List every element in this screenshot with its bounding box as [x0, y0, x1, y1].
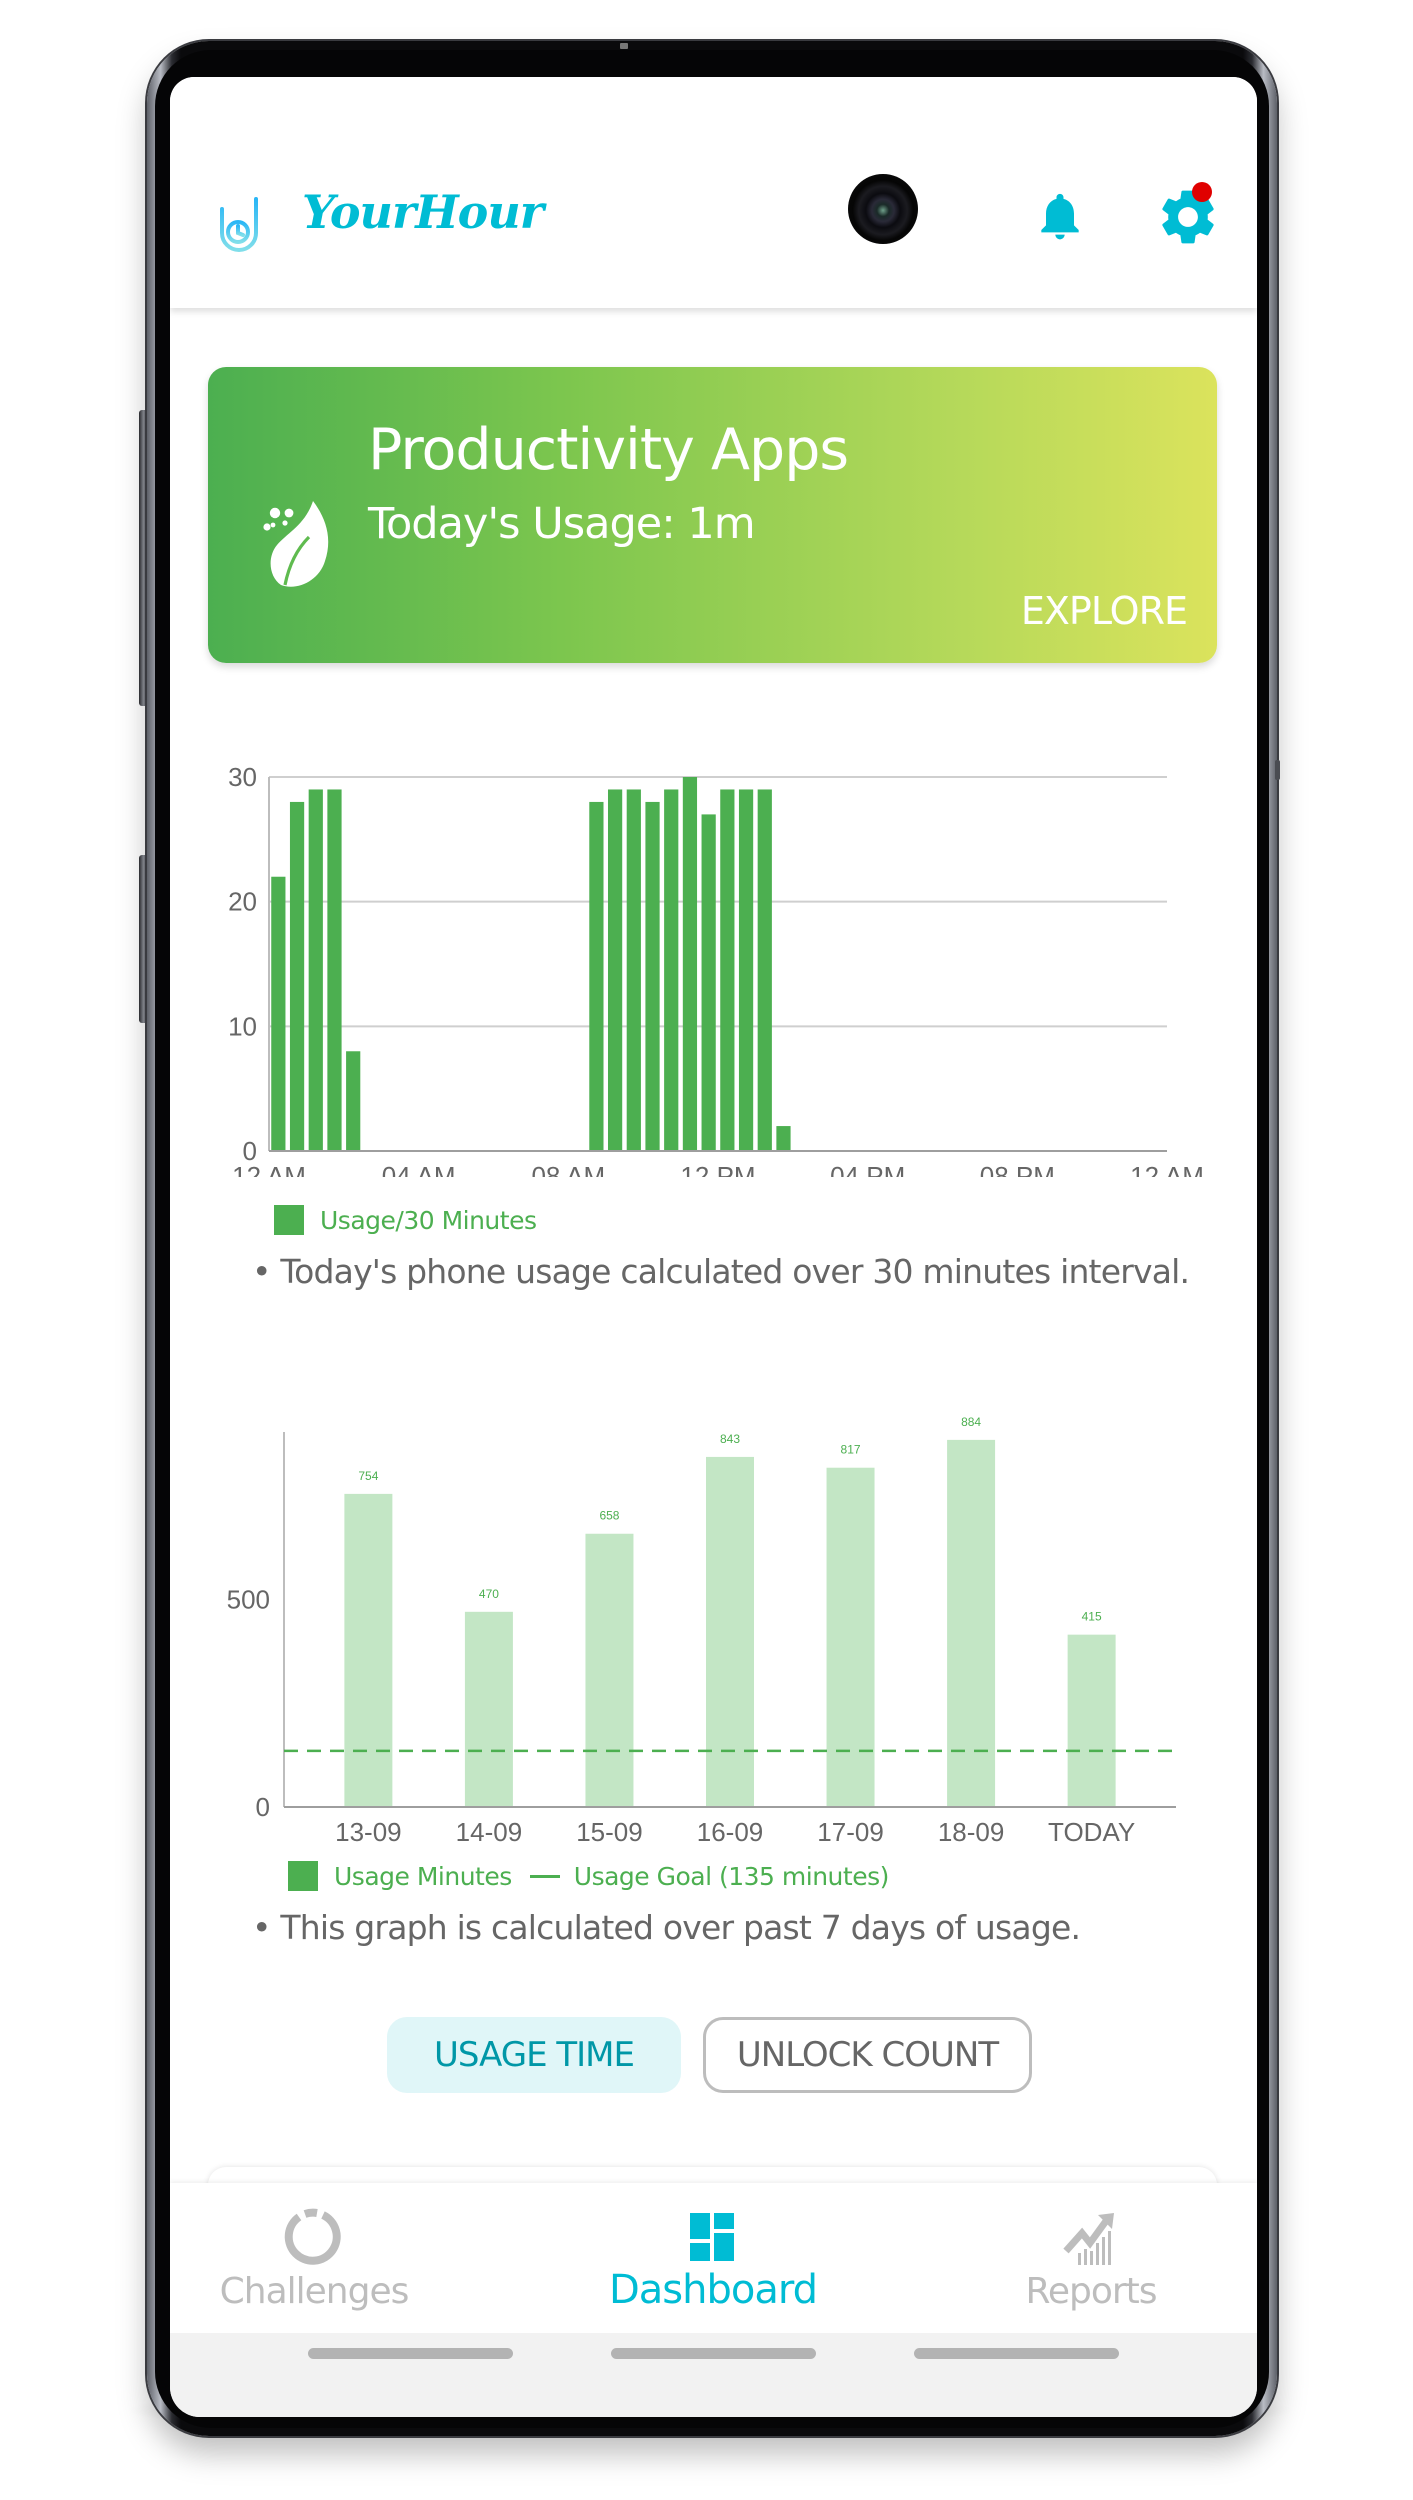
bottom-navigation: Challenges Dashboard Reports [170, 2183, 1257, 2333]
dashboard-icon [690, 2213, 734, 2261]
x-tick-label: 12 PM [680, 1161, 755, 1177]
x-tick-label: 15-09 [576, 1817, 643, 1847]
card-title: Productivity Apps [368, 417, 849, 483]
system-recent-button[interactable] [308, 2348, 513, 2359]
nav-item-reports[interactable]: Reports [941, 2183, 1241, 2333]
x-tick-label: 08 PM [980, 1161, 1055, 1177]
usage-bar [308, 789, 323, 1151]
legend-line-goal [529, 1874, 560, 1878]
productivity-apps-card[interactable]: Productivity Apps Today's Usage: 1m EXPL… [208, 367, 1217, 663]
usage-bar [664, 789, 679, 1151]
weekly-usage-chart: 0 500 754 13-09 470 14-09 658 15-09 843 16-09 817 1… [170, 1407, 1257, 1847]
legend-swatch-usage-minutes [288, 1861, 318, 1891]
x-tick-label: 14-09 [456, 1817, 523, 1847]
usage-bar [626, 789, 641, 1151]
bar-value-label: 817 [841, 1443, 861, 1457]
legend-label-usage-minutes: Usage Minutes [334, 1861, 512, 1891]
usage-bar [271, 876, 286, 1151]
bar-value-label: 843 [720, 1432, 740, 1446]
notification-dot [1192, 182, 1212, 202]
phone-side-detail [1275, 760, 1280, 780]
usage-bar [720, 789, 735, 1151]
nav-item-dashboard[interactable]: Dashboard [563, 2183, 863, 2333]
y-tick-label: 20 [228, 887, 257, 917]
usage-bar [289, 801, 305, 1151]
usage-bar [607, 789, 623, 1151]
weekly-usage-chart-svg: 0 500 754 13-09 470 14-09 658 15-09 843 16-09 817 1… [227, 1415, 1176, 1847]
y-tick-label: 0 [256, 1792, 270, 1822]
system-home-button[interactable] [611, 2348, 816, 2359]
usage-minutes-bar [826, 1467, 875, 1807]
front-camera [848, 174, 918, 244]
phone-top-slit [620, 43, 628, 49]
x-tick-label: 17-09 [817, 1817, 884, 1847]
x-tick-label: 08 AM [531, 1161, 605, 1177]
bar-value-label: 658 [599, 1509, 619, 1523]
hand-clock-icon [220, 177, 258, 252]
bar-value-label: 884 [961, 1415, 981, 1429]
legend-label-usage-goal: Usage Goal (135 minutes) [573, 1861, 890, 1891]
chart2-legend: Usage Minutes Usage Goal (135 minutes) [288, 1861, 889, 1891]
nav-label-challenges: Challenges [219, 2271, 410, 2312]
usage-minutes-bar [1067, 1634, 1116, 1807]
x-tick-label: TODAY [1048, 1817, 1135, 1847]
phone-screen: YourHour Productivity Apps Today's Usage… [170, 77, 1257, 2417]
chart2-note: • This graph is calculated over past 7 d… [252, 1908, 1081, 1947]
x-tick-label: 16-09 [697, 1817, 764, 1847]
usage-bar [682, 777, 698, 1151]
usage-bar [776, 1126, 791, 1151]
chart1-note: • Today's phone usage calculated over 30… [252, 1252, 1190, 1291]
x-tick-label: 04 AM [382, 1161, 456, 1177]
y-tick-label: 500 [227, 1584, 270, 1614]
system-back-button[interactable] [914, 2348, 1119, 2359]
usage-bar [757, 789, 772, 1151]
explore-button[interactable]: EXPLORE [1021, 589, 1188, 633]
usage-bar [645, 801, 660, 1151]
chart1-legend: Usage/30 Minutes [274, 1205, 537, 1235]
usage-bar [738, 789, 754, 1151]
x-tick-label: 18-09 [938, 1817, 1005, 1847]
bell-icon[interactable] [1032, 188, 1088, 244]
system-navigation-bar [170, 2333, 1257, 2417]
nav-label-dashboard: Dashboard [608, 2267, 818, 2313]
ring-icon [284, 2208, 341, 2265]
usage-bar [589, 801, 604, 1151]
app-header: YourHour [170, 77, 1257, 308]
card-usage-text: Today's Usage: 1m [368, 499, 756, 549]
x-tick-label: 12 AM [232, 1161, 306, 1177]
usage-minutes-bar [344, 1493, 393, 1807]
bar-value-label: 470 [479, 1587, 499, 1601]
usage-time-button[interactable]: USAGE TIME [387, 2017, 681, 2093]
usage-bar [346, 1051, 361, 1151]
nav-item-challenges[interactable]: Challenges [170, 2183, 464, 2333]
usage-minutes-bar [706, 1456, 754, 1807]
y-tick-label: 30 [228, 762, 257, 792]
hourly-usage-chart-svg: 010203012 AM 04 AM 08 AM 12 PM 04 PM 08 PM 12 … [228, 762, 1204, 1177]
nav-label-reports: Reports [1025, 2271, 1157, 2312]
x-tick-label: 12 AM [1130, 1161, 1204, 1177]
legend-label-usage-30: Usage/30 Minutes [320, 1205, 537, 1235]
leaf-icon [263, 501, 329, 587]
x-tick-label: 13-09 [335, 1817, 402, 1847]
usage-minutes-bar [464, 1611, 513, 1807]
usage-bar [327, 789, 342, 1151]
hourly-usage-chart: 0 10 20 30 12 AM 04 AM 08 AM 12 PM 04 PM 08 PM 12 … [170, 757, 1257, 1177]
trending-chart-icon [1063, 2213, 1114, 2265]
bar-value-label: 415 [1082, 1610, 1102, 1624]
usage-bar [701, 814, 716, 1151]
y-tick-label: 10 [228, 1011, 257, 1041]
app-title: YourHour [302, 185, 544, 239]
bar-value-label: 754 [358, 1469, 378, 1483]
legend-swatch-usage [274, 1205, 304, 1235]
unlock-count-button[interactable]: UNLOCK COUNT [703, 2017, 1032, 2093]
usage-minutes-bar [585, 1533, 634, 1807]
x-tick-label: 04 PM [830, 1161, 905, 1177]
